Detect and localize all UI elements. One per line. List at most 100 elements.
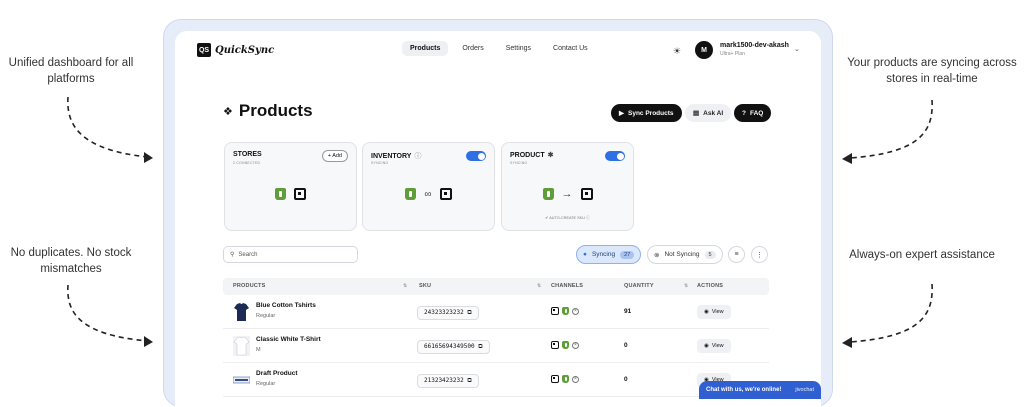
- quantity-value: 0: [624, 342, 628, 349]
- gear-icon[interactable]: ✱: [548, 151, 554, 159]
- eye-icon: ◉: [704, 309, 709, 315]
- syncing-label: Syncing: [591, 251, 616, 258]
- nav-item-settings[interactable]: Settings: [498, 41, 539, 56]
- product-name[interactable]: Blue Cotton Tshirts: [256, 302, 316, 309]
- copy-icon[interactable]: ⧉: [467, 377, 471, 384]
- filter-not-syncing[interactable]: ⊗ Not Syncing 5: [647, 245, 723, 264]
- search-input[interactable]: ⚲ Search: [223, 246, 358, 263]
- not-syncing-count: 5: [704, 250, 716, 259]
- caption-real-time-sync: Your products are syncing across stores …: [847, 57, 1017, 85]
- th-channels: CHANNELS: [551, 283, 584, 289]
- chat-icon: ▤: [693, 110, 700, 117]
- logo-text: QuickSync: [215, 44, 275, 56]
- shopify-icon: [542, 188, 554, 200]
- square-icon: [551, 307, 559, 315]
- dashed-arrow-icon: [67, 284, 153, 347]
- nav-item-orders[interactable]: Orders: [454, 41, 491, 56]
- inventory-sync-toggle[interactable]: [466, 151, 486, 161]
- main-nav: Products Orders Settings Contact Us: [402, 41, 596, 56]
- th-products[interactable]: PRODUCTS: [233, 283, 265, 289]
- check-icon: ✔: [545, 216, 549, 220]
- product-title-label: PRODUCT: [510, 151, 545, 159]
- dashed-arrow-icon: [67, 96, 153, 163]
- view-button[interactable]: ◉ View: [697, 339, 731, 353]
- th-quantity[interactable]: QUANTITY: [624, 283, 654, 289]
- table-row[interactable]: Blue Cotton Tshirts Regular 24323323232 …: [223, 295, 769, 329]
- product-icons: →: [502, 188, 633, 200]
- filter-syncing[interactable]: ● Syncing 27: [576, 245, 642, 264]
- product-variant: Regular: [256, 313, 276, 319]
- th-actions: ACTIONS: [697, 283, 724, 289]
- help-icon: ?: [742, 109, 746, 117]
- square-icon: [294, 188, 306, 200]
- copy-icon[interactable]: ⧉: [467, 309, 471, 316]
- syncing-count: 27: [620, 250, 635, 259]
- product-card-title: PRODUCT ✱: [510, 151, 554, 160]
- inventory-card: INVENTORY ⓘ SYNCING ∞: [362, 142, 495, 231]
- shopify-icon: [275, 188, 286, 200]
- inventory-card-title: INVENTORY ⓘ: [371, 151, 421, 161]
- logo-mark: QS: [197, 43, 211, 57]
- marketing-page: Unified dashboard for all platforms No d…: [0, 0, 1024, 407]
- caption-unified-dashboard: Unified dashboard for all platforms: [8, 57, 134, 85]
- play-icon: ▶: [619, 110, 624, 117]
- copy-icon[interactable]: ⧉: [478, 343, 482, 350]
- sku-badge[interactable]: 66165694349500 ⧉: [417, 340, 490, 354]
- arrow-right-icon: →: [561, 188, 573, 200]
- product-name[interactable]: Classic White T-Shirt: [256, 336, 321, 343]
- caption-expert-assistance: Always-on expert assistance: [849, 249, 995, 261]
- nav-item-products[interactable]: Products: [402, 41, 449, 56]
- chevron-down-icon[interactable]: ⌄: [794, 45, 800, 53]
- info-icon: ⓘ: [586, 216, 590, 220]
- view-button[interactable]: ◉ View: [697, 305, 731, 319]
- link-icon: ∞: [424, 188, 432, 200]
- product-sync-toggle[interactable]: [605, 151, 625, 161]
- sku-value: 66165694349500: [424, 343, 475, 350]
- sync-products-button[interactable]: ▶ Sync Products: [611, 104, 682, 122]
- chat-label: Chat with us, we're online!: [706, 387, 782, 393]
- faq-label: FAQ: [749, 109, 764, 117]
- user-plan: Ultra+ Plan: [720, 51, 745, 57]
- square-icon: [551, 375, 559, 383]
- white-tshirt-thumbnail: [233, 336, 250, 356]
- inventory-card-subtitle: SYNCING: [371, 161, 389, 165]
- more-options-icon[interactable]: ⋮: [751, 246, 768, 263]
- page-heading: ❖ Products: [223, 101, 313, 121]
- eye-icon: ◉: [704, 343, 709, 349]
- channel-icons: ×: [551, 307, 579, 315]
- sort-icon[interactable]: ⇅: [403, 283, 407, 289]
- x-circle-icon: ×: [572, 307, 579, 315]
- channel-icons: ×: [551, 341, 579, 349]
- product-name[interactable]: Draft Product: [256, 370, 298, 377]
- view-label: View: [711, 343, 724, 349]
- sku-badge[interactable]: 21323423232 ⧉: [417, 374, 479, 388]
- th-sku[interactable]: SKU: [419, 283, 431, 289]
- page-title: Products: [238, 101, 313, 120]
- add-store-button[interactable]: + Add: [321, 150, 348, 162]
- theme-toggle-sun-icon[interactable]: ☀: [673, 46, 681, 57]
- nav-item-contact-us[interactable]: Contact Us: [545, 41, 596, 56]
- user-name[interactable]: mark1500-dev-akash: [720, 42, 789, 49]
- dashed-arrow-icon: [842, 283, 933, 348]
- shopify-icon: [405, 188, 417, 200]
- inventory-title-label: INVENTORY: [371, 152, 412, 160]
- ask-ai-label: Ask AI: [703, 109, 724, 117]
- auto-create-sku-label: AUTO-CREATE SKU: [549, 216, 585, 220]
- app-logo[interactable]: QS QuickSync: [197, 43, 274, 57]
- table-row[interactable]: Draft Product Regular 21323423232 ⧉ × 0 …: [223, 363, 769, 397]
- sku-badge[interactable]: 24323323232 ⧉: [417, 306, 479, 320]
- quantity-value: 0: [624, 376, 628, 383]
- table-row[interactable]: Classic White T-Shirt M 66165694349500 ⧉…: [223, 329, 769, 363]
- square-icon: [580, 188, 593, 200]
- avatar[interactable]: M: [695, 41, 713, 59]
- filter-icon[interactable]: ≡: [728, 246, 745, 263]
- faq-button[interactable]: ? FAQ: [734, 104, 772, 122]
- auto-create-sku-note: ✔ AUTO-CREATE SKU ⓘ: [502, 215, 633, 221]
- sort-icon[interactable]: ⇅: [684, 283, 688, 289]
- product-card-subtitle: SYNCING: [510, 161, 528, 165]
- draft-product-thumbnail: [233, 376, 250, 384]
- sort-icon[interactable]: ⇅: [537, 283, 541, 289]
- chat-widget[interactable]: Chat with us, we're online! jivochat: [699, 381, 821, 399]
- ask-ai-button[interactable]: ▤ Ask AI: [685, 104, 732, 122]
- check-circle-icon: ●: [583, 251, 587, 258]
